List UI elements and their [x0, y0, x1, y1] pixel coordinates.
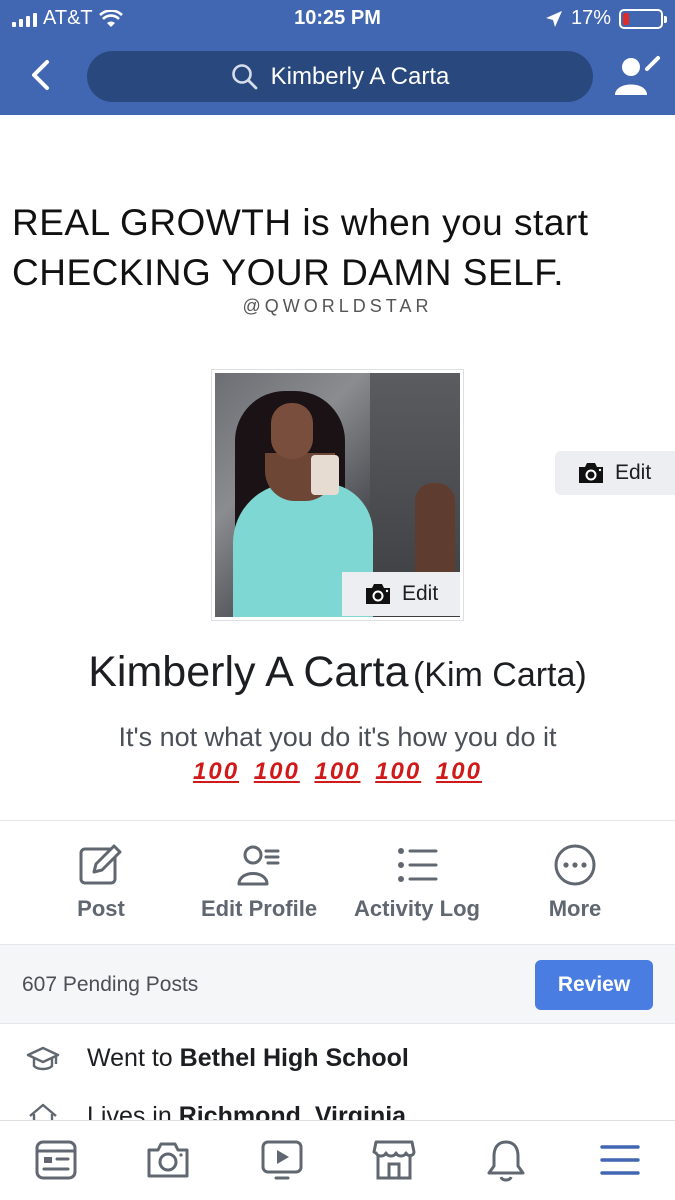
battery-level [623, 12, 629, 25]
back-button[interactable] [20, 55, 60, 95]
top-header: AT&T 10:25 PM 17% Kimberly A Carta [0, 0, 675, 115]
search-icon [231, 63, 258, 89]
compose-icon [79, 844, 122, 885]
search-text: Kimberly A Carta [270, 62, 450, 90]
activity-log-label: Activity Log [354, 896, 480, 921]
info-education-prefix: Went to [87, 1044, 173, 1072]
edit-profile-button[interactable]: Edit Profile [179, 840, 339, 922]
tab-bar [0, 1120, 675, 1200]
more-label: More [548, 896, 602, 921]
search-bar[interactable]: Kimberly A Carta [87, 51, 593, 102]
marketplace-icon [372, 1140, 416, 1180]
pending-posts-text: 607 Pending Posts [22, 973, 199, 996]
location-arrow-icon [545, 10, 562, 27]
watch-icon [261, 1140, 303, 1180]
activity-log-icon [398, 848, 438, 882]
camera-icon [579, 463, 603, 483]
profile-name-alternate: (Kim Carta) [412, 656, 587, 694]
cover-edit-button[interactable]: Edit [555, 451, 675, 495]
activity-log-button[interactable]: Activity Log [337, 840, 497, 922]
review-button[interactable]: Review [535, 960, 653, 1010]
info-education[interactable]: Went to Bethel High School [0, 1030, 675, 1086]
hundred-points-icon: 100 [253, 758, 300, 785]
pending-posts-bar: 607 Pending Posts Review [0, 944, 675, 1024]
cover-photo[interactable]: REAL GROWTH is when you start CHECKING Y… [0, 115, 675, 355]
battery-percent: 17% [570, 7, 611, 29]
profile-bio: It's not what you do it's how you do it [118, 722, 557, 752]
tab-watch[interactable] [252, 1135, 312, 1185]
camera-icon [147, 1142, 189, 1178]
tab-marketplace[interactable] [364, 1135, 424, 1185]
cover-edit-label: Edit [615, 461, 652, 484]
post-label: Post [77, 896, 125, 921]
more-button[interactable]: More [495, 840, 655, 922]
graduation-cap-icon [26, 1046, 60, 1071]
more-icon [554, 844, 596, 886]
hundred-points-icon: 100 [435, 758, 482, 785]
profile-name: Kimberly A Carta (Kim Carta) [0, 648, 675, 697]
profile-picture-edit-label: Edit [402, 582, 439, 605]
menu-icon [600, 1145, 640, 1175]
cover-quote: REAL GROWTH is when you start CHECKING Y… [12, 198, 672, 298]
cover-quote-line2: CHECKING YOUR DAMN SELF. [12, 252, 565, 293]
post-button[interactable]: Post [21, 840, 181, 922]
profile-picture[interactable]: Edit [211, 369, 464, 621]
hundred-points-icon: 100 [193, 758, 240, 785]
status-right: 17% [545, 7, 667, 30]
info-education-text: Went to Bethel High School [87, 1044, 409, 1073]
divider [0, 820, 675, 821]
bio-emoji: 100 100 100 100 100 [0, 758, 675, 786]
battery-icon [619, 8, 667, 29]
edit-profile-icon [237, 845, 280, 886]
camera-icon [366, 584, 390, 604]
friend-settings-button[interactable] [611, 51, 661, 101]
tab-news-feed[interactable] [26, 1135, 86, 1185]
nav-bar: Kimberly A Carta [0, 45, 675, 107]
notifications-icon [487, 1140, 525, 1182]
profile-name-main: Kimberly A Carta [88, 648, 409, 696]
edit-profile-label: Edit Profile [200, 896, 318, 921]
hundred-points-icon: 100 [375, 758, 422, 785]
tab-camera[interactable] [138, 1135, 198, 1185]
tab-notifications[interactable] [476, 1135, 536, 1185]
profile-actions: Post Edit Profile Activity Log More [0, 840, 675, 940]
news-feed-icon [35, 1140, 77, 1180]
cover-quote-line1: REAL GROWTH is when you start [12, 202, 589, 243]
tab-menu[interactable] [590, 1135, 650, 1185]
back-chevron-icon [32, 60, 49, 90]
cover-handle: @QWORLDSTAR [242, 296, 433, 316]
info-education-value[interactable]: Bethel High School [180, 1044, 409, 1072]
status-bar: AT&T 10:25 PM 17% [0, 0, 675, 36]
friend-settings-icon [615, 56, 660, 95]
profile-picture-edit-button[interactable]: Edit [342, 572, 460, 616]
hundred-points-icon: 100 [314, 758, 361, 785]
